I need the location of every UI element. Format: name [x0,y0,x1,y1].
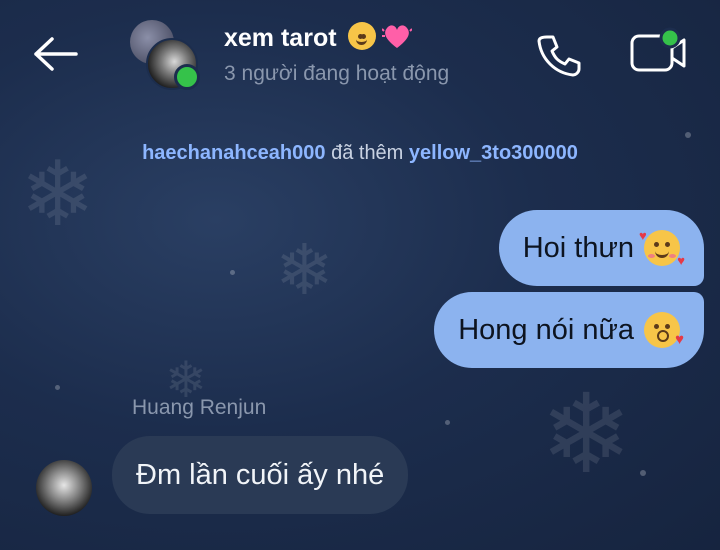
smiling-face-with-hearts-icon: ♥ ♥ [639,228,685,268]
system-message-target[interactable]: yellow_3to300000 [409,142,578,164]
online-status-dot [174,64,200,90]
pink-heart-icon [381,25,414,48]
snowflake-decoration: ❄ [275,231,334,309]
snow-dot [640,470,646,476]
system-message: haechanahceah000 đã thêm yellow_3to30000… [0,142,720,165]
outgoing-message-bubble[interactable]: Hong nói nữa ♥ [434,292,704,368]
yum-face-icon [347,22,376,50]
sender-name: Huang Renjun [132,396,267,419]
phone-icon [537,35,581,77]
back-arrow-icon [34,37,78,71]
outgoing-message-bubble[interactable]: Hoi thưn ♥ ♥ [498,210,704,286]
group-avatar[interactable] [130,20,200,90]
snow-dot [230,270,235,275]
system-message-actor[interactable]: haechanahceah000 [142,142,325,164]
chat-title-text: xem tarot [224,24,337,52]
video-call-button[interactable] [628,26,688,80]
incoming-message-bubble[interactable]: Đm lần cuối ấy nhé [112,436,409,514]
chat-header: xem tarot 3 người đang hoạt động [0,0,720,110]
system-message-action: đã thêm [331,142,404,164]
avatar[interactable] [36,460,92,516]
message-text: Hong nói nữa [458,313,634,346]
back-button[interactable] [28,30,84,78]
face-blowing-kiss-icon: ♥ [644,312,684,348]
chat-title[interactable]: xem tarot [224,22,414,53]
message-text: Hoi thưn [522,231,634,264]
snow-dot [685,132,691,138]
video-call-icon [630,27,686,72]
snowflake-decoration: ❄ [540,373,633,496]
voice-call-button[interactable] [532,28,586,82]
snow-dot [445,420,450,425]
active-status: 3 người đang hoạt động [224,62,450,85]
message-text: Đm lần cuối ấy nhé [136,458,385,491]
snow-dot [55,385,60,390]
